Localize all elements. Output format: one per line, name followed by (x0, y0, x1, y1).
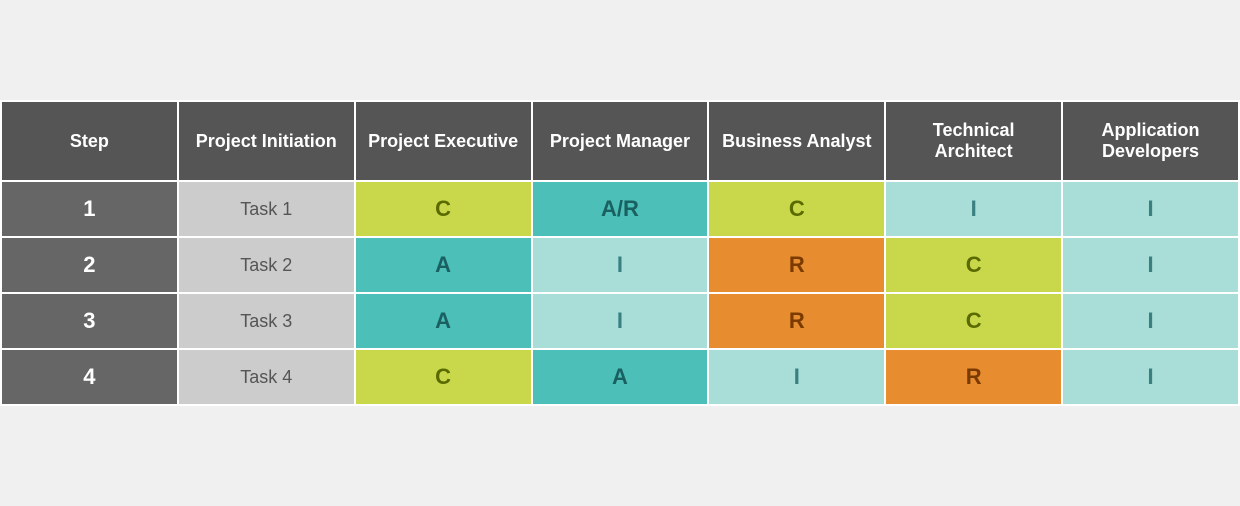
project-manager-cell-row-3: I (532, 293, 709, 349)
project-manager-cell-row-2: I (532, 237, 709, 293)
project-manager-cell-row-1: A/R (532, 181, 709, 237)
project-executive-cell-row-4: C (355, 349, 532, 405)
table-row: 4Task 4CAIRI (1, 349, 1239, 405)
step-header: Step (1, 101, 178, 181)
task-cell-1: Task 1 (178, 181, 355, 237)
task-cell-3: Task 3 (178, 293, 355, 349)
step-cell-3: 3 (1, 293, 178, 349)
raci-table: Step Project Initiation Project Executiv… (0, 100, 1240, 406)
step-cell-4: 4 (1, 349, 178, 405)
technical-architect-cell-row-1: I (885, 181, 1062, 237)
technical-architect-cell-row-2: C (885, 237, 1062, 293)
business-analyst-cell-row-1: C (708, 181, 885, 237)
header-row: Step Project Initiation Project Executiv… (1, 101, 1239, 181)
table-row: 1Task 1CA/RCII (1, 181, 1239, 237)
project-executive-cell-row-2: A (355, 237, 532, 293)
table-row: 3Task 3AIRCI (1, 293, 1239, 349)
task-cell-2: Task 2 (178, 237, 355, 293)
business-analyst-cell-row-2: R (708, 237, 885, 293)
step-cell-2: 2 (1, 237, 178, 293)
application-developers-cell-row-1: I (1062, 181, 1239, 237)
application-developers-cell-row-2: I (1062, 237, 1239, 293)
business-analyst-header: Business Analyst (708, 101, 885, 181)
task-cell-4: Task 4 (178, 349, 355, 405)
project-manager-cell-row-4: A (532, 349, 709, 405)
technical-architect-cell-row-3: C (885, 293, 1062, 349)
step-cell-1: 1 (1, 181, 178, 237)
technical-architect-cell-row-4: R (885, 349, 1062, 405)
project-executive-header: Project Executive (355, 101, 532, 181)
project-executive-cell-row-1: C (355, 181, 532, 237)
application-developers-cell-row-3: I (1062, 293, 1239, 349)
project-initiation-header: Project Initiation (178, 101, 355, 181)
project-executive-cell-row-3: A (355, 293, 532, 349)
project-manager-header: Project Manager (532, 101, 709, 181)
technical-architect-header: Technical Architect (885, 101, 1062, 181)
business-analyst-cell-row-4: I (708, 349, 885, 405)
table-row: 2Task 2AIRCI (1, 237, 1239, 293)
business-analyst-cell-row-3: R (708, 293, 885, 349)
application-developers-cell-row-4: I (1062, 349, 1239, 405)
raci-table-wrapper: Step Project Initiation Project Executiv… (0, 100, 1240, 406)
application-developers-header: Application Developers (1062, 101, 1239, 181)
